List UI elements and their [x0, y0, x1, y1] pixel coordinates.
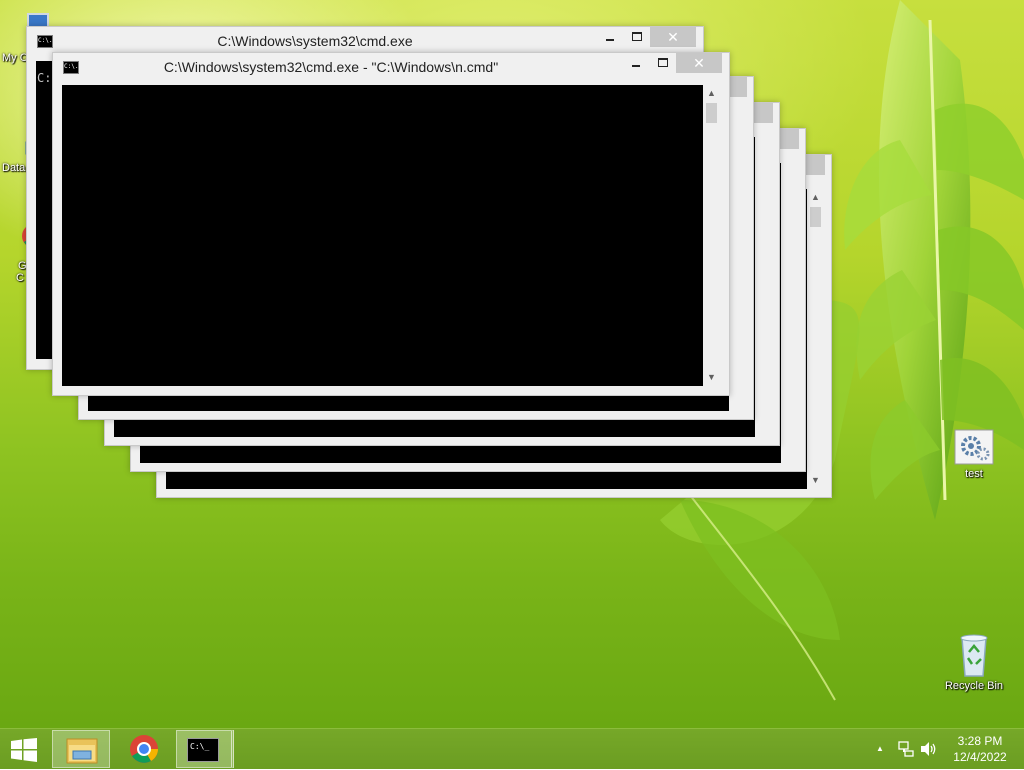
cmd-icon: C:\.: [63, 61, 79, 74]
vertical-scrollbar[interactable]: ▲ ▼: [807, 189, 824, 489]
recycle-bin-icon: [954, 630, 994, 678]
windows-logo-icon: [11, 738, 37, 767]
clock-time: 3:28 PM: [957, 734, 1003, 748]
cmd-icon: C:\_: [187, 738, 219, 762]
network-icon[interactable]: [898, 741, 914, 757]
desktop-icon-label: Recycle Bin: [944, 680, 1004, 692]
close-button[interactable]: ✕: [676, 53, 722, 73]
taskbar-file-explorer[interactable]: [52, 730, 110, 768]
close-button[interactable]: ✕: [650, 27, 696, 47]
start-button[interactable]: [0, 730, 48, 768]
console-text: C:: [37, 71, 52, 85]
folder-icon: [65, 735, 99, 770]
minimize-button[interactable]: [597, 27, 623, 47]
minimize-button[interactable]: [623, 53, 649, 73]
show-hidden-icons-button[interactable]: ▲: [876, 729, 884, 769]
taskbar: C:\_ ▲ 3:28 PM 12/4/2022: [0, 728, 1024, 769]
desktop-icon-recycle-bin[interactable]: Recycle Bin: [942, 630, 1006, 692]
desktop-icon-label: test: [965, 468, 983, 480]
scroll-up-icon[interactable]: ▲: [703, 85, 720, 102]
clock-date: 12/4/2022: [953, 750, 1007, 764]
settings-gear-icon: [953, 428, 995, 466]
taskbar-command-prompt[interactable]: C:\_: [176, 730, 234, 768]
cmd-icon: C:\.: [37, 35, 53, 48]
scroll-thumb[interactable]: [706, 103, 717, 123]
scroll-down-icon[interactable]: ▼: [703, 369, 720, 386]
taskbar-chrome[interactable]: [116, 730, 172, 768]
desktop[interactable]: My C Data G C test Recycle Bin ▲ ▼ C:\. …: [0, 0, 1024, 728]
window-title: C:\Windows\system32\cmd.exe: [217, 33, 413, 49]
window-title: C:\Windows\system32\cmd.exe - "C:\Window…: [163, 59, 499, 75]
cmd-window-front[interactable]: C:\. C:\Windows\system32\cmd.exe - "C:\W…: [52, 52, 730, 396]
console-output[interactable]: [62, 85, 703, 386]
speaker-icon[interactable]: [920, 741, 938, 757]
desktop-icon-test[interactable]: test: [942, 428, 1006, 480]
clock[interactable]: 3:28 PM 12/4/2022: [946, 733, 1014, 765]
scroll-down-icon[interactable]: ▼: [807, 472, 824, 489]
maximize-button[interactable]: [624, 27, 650, 47]
scroll-up-icon[interactable]: ▲: [807, 189, 824, 206]
maximize-button[interactable]: [650, 53, 676, 73]
scroll-thumb[interactable]: [810, 207, 821, 227]
chrome-icon: [129, 734, 159, 769]
vertical-scrollbar[interactable]: ▲ ▼: [703, 85, 720, 386]
